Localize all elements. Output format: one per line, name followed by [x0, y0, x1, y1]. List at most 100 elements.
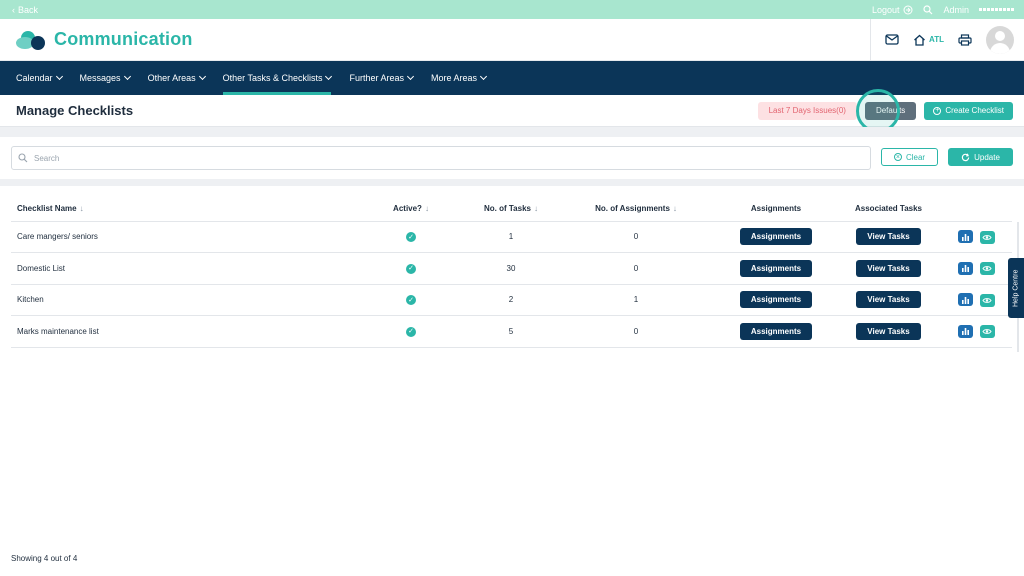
row-actions	[941, 315, 1012, 348]
nav-item-more-areas[interactable]: More Areas	[431, 61, 488, 95]
nav-item-other-tasks-checklists[interactable]: Other Tasks & Checklists	[222, 61, 333, 95]
update-label: Update	[974, 152, 1000, 162]
check-circle-icon: ✓	[406, 326, 416, 337]
admin-label: Admin	[943, 4, 969, 15]
nav-label: Calendar	[16, 73, 53, 83]
header-label: No. of Tasks	[484, 203, 531, 213]
sort-arrow-icon: ↓	[672, 203, 677, 213]
search-bar: × Clear Update	[0, 137, 1024, 179]
page-title-bar: Manage Checklists Last 7 Days Issues(0) …	[0, 95, 1024, 127]
back-link[interactable]: ‹ Back	[12, 5, 38, 15]
active-cell: ✓	[356, 315, 466, 348]
nav-item-other-areas[interactable]: Other Areas	[147, 61, 206, 95]
admin-menu[interactable]: Admin	[943, 5, 969, 15]
bar-chart-icon[interactable]	[958, 230, 974, 243]
eye-icon[interactable]	[979, 293, 995, 307]
eye-icon[interactable]	[979, 325, 995, 338]
plus-circle-icon: +	[933, 106, 942, 115]
back-label: Back	[18, 4, 39, 15]
col-header-no-of-assignments[interactable]: No. of Assignments ↓	[556, 196, 716, 222]
create-checklist-label: Create Checklist	[945, 106, 1004, 115]
header-label: Active?	[393, 203, 422, 213]
checklist-name: Care mangers/ seniors	[11, 221, 356, 253]
logout-link[interactable]: Logout	[872, 5, 914, 15]
page-title: Manage Checklists	[16, 103, 134, 118]
chevron-down-icon	[406, 72, 415, 81]
task-count: 1	[466, 221, 556, 253]
col-header-actions	[941, 196, 1012, 222]
search-field[interactable]	[11, 146, 871, 170]
logout-label: Logout	[871, 4, 900, 15]
view-tasks-button[interactable]: View Tasks	[856, 291, 921, 309]
app-header: Communication ATL	[0, 18, 1024, 61]
printer-icon	[958, 33, 972, 46]
results-count: Showing 4 out of 4	[11, 554, 78, 563]
search-icon[interactable]	[923, 4, 933, 15]
apps-grid-icon[interactable]	[979, 8, 1014, 11]
nav-label: Other Areas	[147, 73, 196, 83]
home-label: ATL	[929, 35, 944, 44]
assignment-count: 0	[556, 221, 716, 253]
assignments-button[interactable]: Assignments	[739, 322, 813, 340]
user-avatar[interactable]	[986, 25, 1014, 54]
sort-arrow-icon: ↓	[424, 203, 429, 213]
clear-button[interactable]: × Clear	[881, 148, 938, 166]
assignments-button[interactable]: Assignments	[739, 228, 813, 246]
main-nav: Calendar Messages Other Areas Other Task…	[0, 61, 1024, 95]
print-button[interactable]	[958, 33, 972, 46]
eye-icon[interactable]	[979, 262, 995, 275]
col-header-checklist-name[interactable]: Checklist Name ↓	[11, 196, 356, 222]
nav-label: Other Tasks & Checklists	[222, 73, 323, 83]
chevron-down-icon	[55, 72, 63, 81]
check-circle-icon: ✓	[406, 295, 416, 305]
col-header-active[interactable]: Active? ↓	[356, 196, 466, 222]
check-circle-icon: ✓	[406, 263, 416, 274]
sort-arrow-icon: ↓	[533, 203, 538, 213]
task-count: 5	[466, 315, 556, 348]
col-header-no-of-tasks[interactable]: No. of Tasks ↓	[466, 196, 556, 222]
refresh-icon	[961, 152, 970, 161]
create-checklist-button[interactable]: + Create Checklist	[924, 101, 1013, 120]
chevron-down-icon	[325, 72, 333, 81]
nav-item-messages[interactable]: Messages	[79, 61, 131, 95]
nav-label: More Areas	[431, 73, 478, 83]
eye-icon[interactable]	[979, 230, 995, 244]
bar-chart-icon[interactable]	[958, 324, 974, 338]
header-label: Checklist Name	[17, 203, 77, 213]
assignments-cell: Assignments	[716, 284, 836, 316]
defaults-button[interactable]: Defaults	[864, 101, 917, 120]
nav-item-further-areas[interactable]: Further Areas	[349, 61, 415, 95]
chevron-down-icon	[479, 72, 488, 81]
brand[interactable]: Communication	[0, 28, 193, 52]
row-actions	[941, 284, 1012, 316]
view-tasks-cell: View Tasks	[836, 252, 941, 285]
mail-button[interactable]	[885, 34, 899, 45]
view-tasks-button[interactable]: View Tasks	[856, 259, 921, 277]
assignments-button[interactable]: Assignments	[739, 259, 813, 277]
section-divider	[0, 179, 1024, 186]
view-tasks-button[interactable]: View Tasks	[856, 228, 921, 246]
chevron-down-icon	[123, 72, 131, 81]
assignments-button[interactable]: Assignments	[739, 291, 813, 309]
nav-label: Messages	[79, 73, 121, 83]
bar-chart-icon[interactable]	[958, 261, 974, 275]
checklists-table: Checklist Name ↓ Active? ↓ No. of Tasks ↓ N…	[11, 196, 1012, 348]
active-cell: ✓	[356, 284, 466, 316]
search-icon	[18, 153, 28, 163]
assignments-cell: Assignments	[716, 221, 836, 253]
update-button[interactable]: Update	[948, 148, 1013, 166]
home-button[interactable]: ATL	[913, 34, 944, 46]
last-7-days-issues-button[interactable]: Last 7 Days Issues(0)	[757, 101, 857, 120]
nav-item-calendar[interactable]: Calendar	[16, 61, 63, 95]
assignments-cell: Assignments	[716, 252, 836, 285]
assignments-cell: Assignments	[716, 315, 836, 348]
checklist-name: Marks maintenance list	[11, 315, 356, 348]
search-input[interactable]	[34, 153, 814, 163]
active-cell: ✓	[356, 252, 466, 285]
active-cell: ✓	[356, 221, 466, 253]
help-centre-tab[interactable]: Help Centre	[1008, 258, 1024, 318]
view-tasks-button[interactable]: View Tasks	[856, 322, 921, 340]
bar-chart-icon[interactable]	[958, 293, 974, 306]
checklist-name: Kitchen	[11, 284, 356, 316]
top-strip: ‹ Back Logout Admin	[0, 0, 1024, 19]
